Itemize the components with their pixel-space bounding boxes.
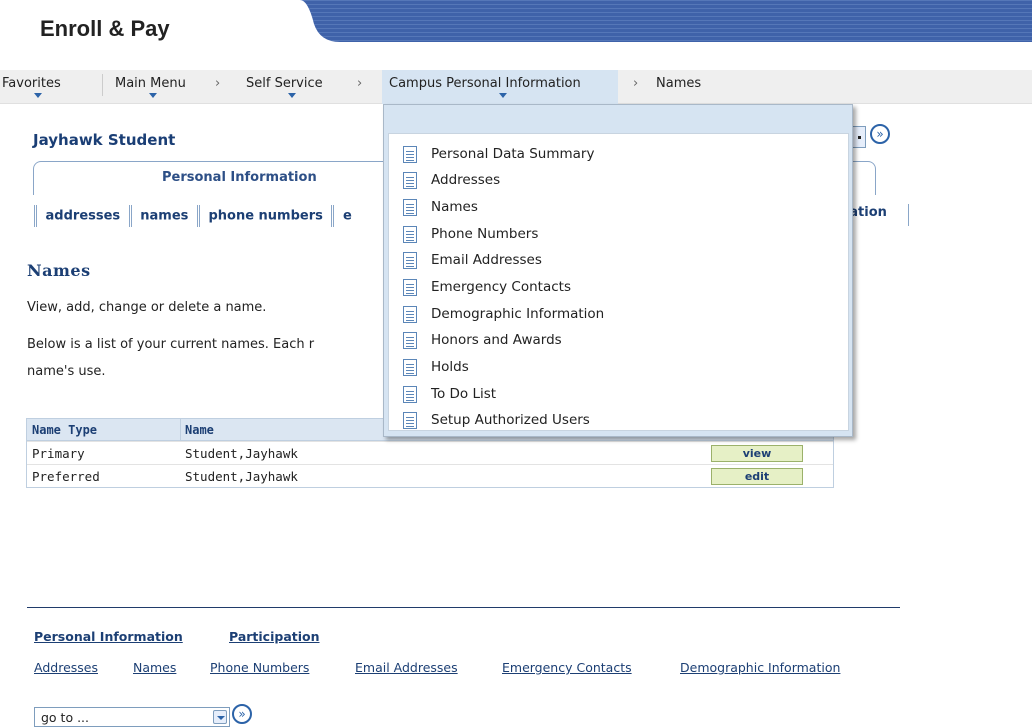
student-name: Jayhawk Student: [33, 131, 176, 149]
app-title: Enroll & Pay: [40, 16, 170, 41]
menu-item-label: To Do List: [431, 386, 497, 402]
menu-item-phone-numbers[interactable]: Phone Numbers: [403, 223, 538, 245]
goto-select-value: go to ...: [41, 710, 89, 725]
document-icon: [403, 171, 417, 189]
description-line-1: Below is a list of your current names. E…: [27, 337, 315, 352]
intro-text: View, add, change or delete a name.: [27, 300, 267, 315]
document-icon: [403, 145, 417, 163]
tab-personal-information-label: Personal Information: [162, 170, 317, 185]
cell-name: Student,Jayhawk: [185, 469, 298, 484]
nav-favorites[interactable]: Favorites: [2, 76, 61, 98]
menu-item-email-addresses[interactable]: Email Addresses: [403, 249, 542, 271]
cell-name-type: Preferred: [32, 469, 100, 484]
footer-link-email-addresses[interactable]: Email Addresses: [355, 660, 458, 675]
breadcrumb-separator: ›: [357, 76, 363, 91]
menu-item-personal-data-summary[interactable]: Personal Data Summary: [403, 143, 594, 165]
view-button[interactable]: view: [711, 445, 803, 462]
subnav-divider: [34, 205, 37, 227]
table-row: Preferred Student,Jayhawk edit: [27, 464, 833, 487]
document-icon: [403, 251, 417, 269]
footer-divider: [27, 607, 900, 608]
go-arrow-icon[interactable]: »: [870, 124, 890, 144]
subnav-divider: [128, 205, 132, 227]
menu-item-honors-and-awards[interactable]: Honors and Awards: [403, 329, 562, 351]
subnav-divider: [196, 205, 200, 227]
column-header-name: Name: [185, 423, 214, 437]
subnav-divider: [331, 205, 335, 227]
menu-item-emergency-contacts[interactable]: Emergency Contacts: [403, 276, 571, 298]
table-row: Primary Student,Jayhawk view: [27, 441, 833, 464]
goto-select[interactable]: go to ...: [34, 707, 230, 727]
nav-self-service-label: Self Service: [246, 76, 323, 91]
menu-item-label: Emergency Contacts: [431, 279, 571, 295]
nav-favorites-label: Favorites: [2, 76, 61, 91]
document-icon: [403, 411, 417, 429]
cell-name-type: Primary: [32, 446, 85, 461]
breadcrumb-separator: ›: [215, 76, 221, 91]
footer-link-participation[interactable]: Participation: [229, 629, 320, 644]
cell-name: Student,Jayhawk: [185, 446, 298, 461]
document-icon: [403, 358, 417, 376]
menu-item-setup-authorized-users[interactable]: Setup Authorized Users: [403, 409, 590, 431]
menu-item-label: Demographic Information: [431, 306, 605, 322]
menu-item-label: Names: [431, 199, 478, 215]
chevron-down-icon: [288, 93, 296, 98]
document-icon: [403, 198, 417, 216]
subnav-names[interactable]: names: [140, 209, 188, 224]
chevron-down-icon: [149, 93, 157, 98]
menu-item-to-do-list[interactable]: To Do List: [403, 383, 496, 405]
subnav-addresses[interactable]: addresses: [46, 209, 121, 224]
menu-item-addresses[interactable]: Addresses: [403, 169, 500, 191]
nav-self-service[interactable]: Self Service: [246, 76, 323, 98]
menu-item-label: Holds: [431, 359, 469, 375]
breadcrumb-separator: ›: [633, 76, 639, 91]
document-icon: [403, 225, 417, 243]
chevron-down-icon: [499, 93, 507, 98]
description-line-2: name's use.: [27, 364, 106, 379]
nav-campus-personal-information[interactable]: Campus Personal Information: [389, 76, 581, 98]
document-icon: [403, 305, 417, 323]
dropdown-dot-icon: [858, 136, 861, 139]
menu-item-label: Email Addresses: [431, 252, 542, 268]
nav-campus-personal-information-label: Campus Personal Information: [389, 76, 581, 91]
document-icon: [403, 331, 417, 349]
menu-item-demographic-information[interactable]: Demographic Information: [403, 303, 604, 325]
footer-link-phone-numbers[interactable]: Phone Numbers: [210, 660, 309, 675]
menu-item-label: Honors and Awards: [431, 332, 562, 348]
menu-item-label: Setup Authorized Users: [431, 412, 590, 428]
footer-link-names[interactable]: Names: [133, 660, 176, 675]
nav-main-menu[interactable]: Main Menu: [115, 76, 186, 98]
document-icon: [403, 385, 417, 403]
footer-link-addresses[interactable]: Addresses: [34, 660, 98, 675]
chevron-down-icon: [34, 93, 42, 98]
subnav-phone-numbers[interactable]: phone numbers: [208, 209, 322, 224]
menu-list: Personal Data Summary Addresses Names Ph…: [388, 133, 849, 431]
page-title: Names: [27, 261, 91, 280]
chevron-down-icon: [213, 710, 227, 724]
sub-navigation: addresses names phone numbers e: [30, 205, 352, 227]
menu-item-label: Personal Data Summary: [431, 146, 595, 162]
nav-main-menu-label: Main Menu: [115, 76, 186, 91]
campus-personal-information-menu: Personal Data Summary Addresses Names Ph…: [383, 104, 853, 437]
footer-link-demographic-information[interactable]: Demographic Information: [680, 660, 840, 675]
footer-link-emergency-contacts[interactable]: Emergency Contacts: [502, 660, 632, 675]
menu-item-names[interactable]: Names: [403, 196, 478, 218]
header-banner: [300, 0, 1032, 42]
column-header-name-type: Name Type: [32, 423, 98, 437]
menu-item-label: Phone Numbers: [431, 226, 539, 242]
nav-names[interactable]: Names: [656, 76, 701, 91]
subnav-divider: [908, 204, 909, 226]
subnav-email-partial[interactable]: e: [343, 209, 352, 224]
student-select-dropdown[interactable]: [852, 126, 866, 148]
document-icon: [403, 278, 417, 296]
menu-item-label: Addresses: [431, 172, 501, 188]
app-header: Enroll & Pay: [0, 0, 1032, 60]
column-divider: [180, 419, 181, 441]
nav-divider: [102, 74, 103, 96]
footer-link-personal-information[interactable]: Personal Information: [34, 629, 183, 644]
go-arrow-icon[interactable]: »: [232, 704, 252, 724]
edit-button[interactable]: edit: [711, 468, 803, 485]
menu-item-holds[interactable]: Holds: [403, 356, 469, 378]
